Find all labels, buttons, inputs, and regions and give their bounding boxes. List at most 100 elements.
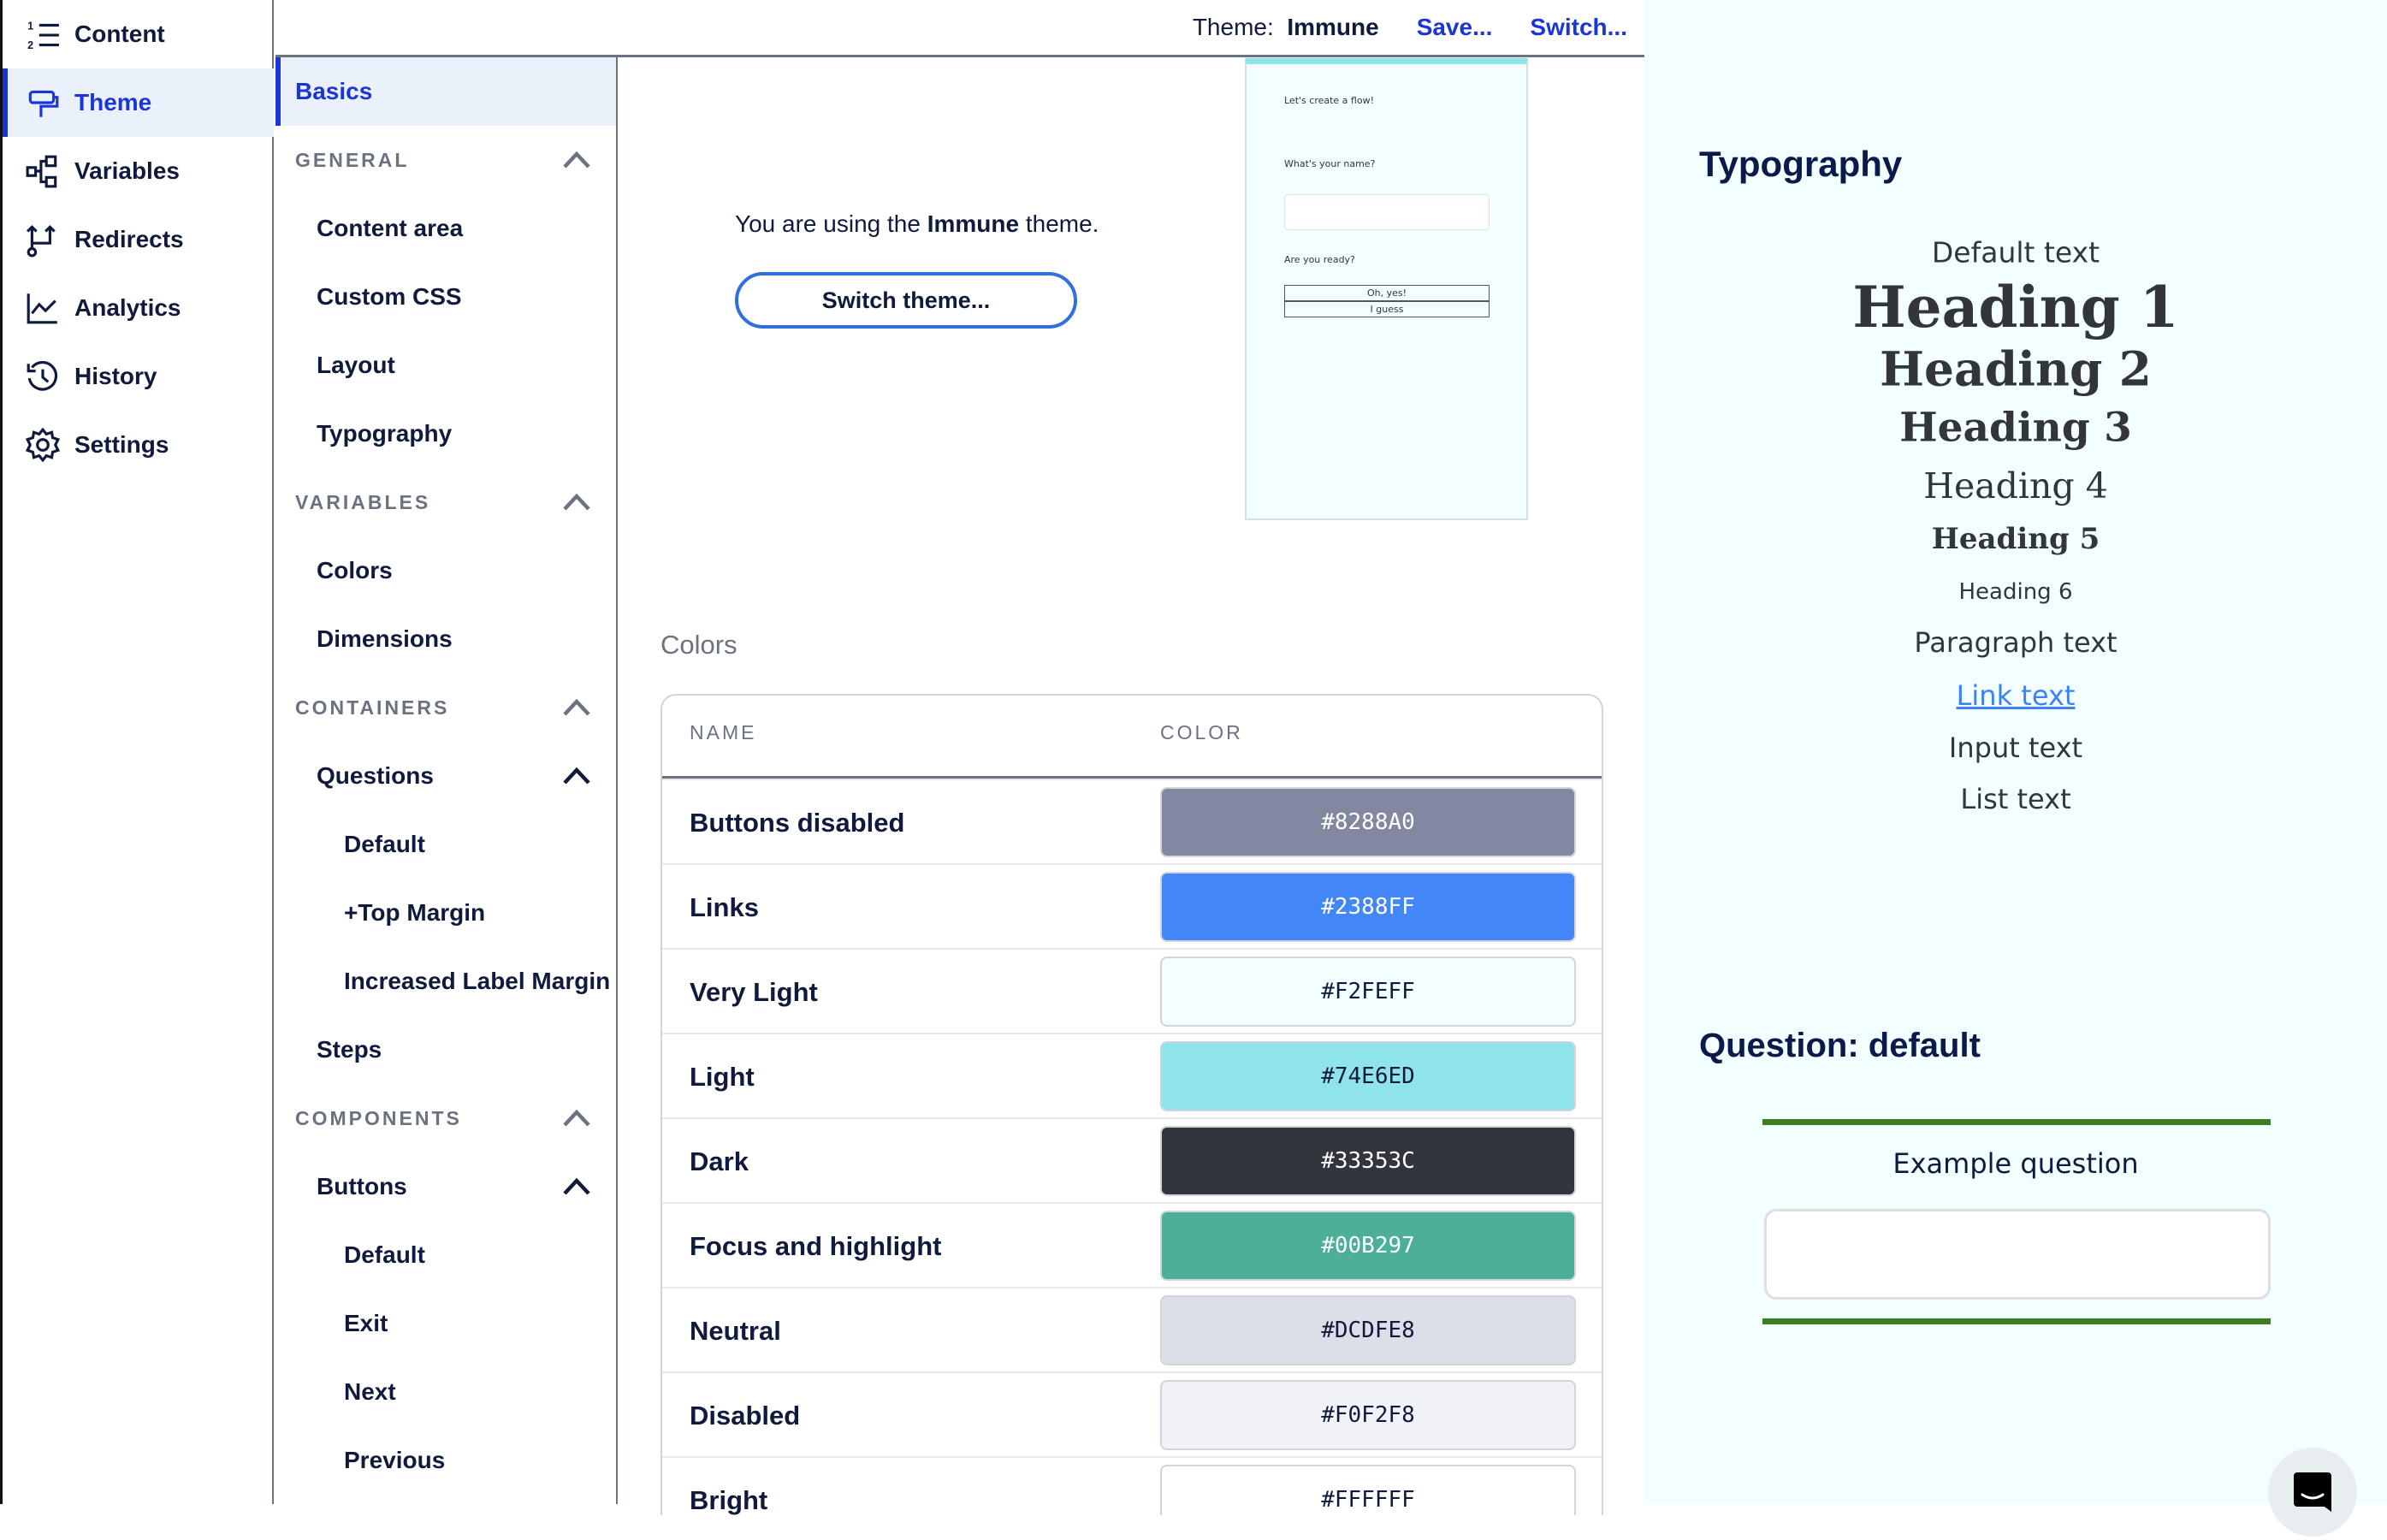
nav-item-settings[interactable]: Settings bbox=[3, 411, 274, 479]
save-link[interactable]: Save... bbox=[1417, 14, 1493, 41]
preview-option-2: I guess bbox=[1284, 301, 1490, 317]
gear-icon bbox=[25, 427, 61, 463]
color-name: Disabled bbox=[690, 1401, 801, 1430]
example-question-input[interactable] bbox=[1764, 1209, 2271, 1300]
subnav-label: Increased Label Margin bbox=[344, 968, 611, 994]
section-header-containers[interactable]: CONTAINERS bbox=[275, 673, 616, 742]
subnav-item-default[interactable]: Default bbox=[275, 810, 616, 879]
color-name: Light bbox=[690, 1062, 755, 1092]
nav-item-label: Redirects bbox=[74, 226, 184, 252]
nav-item-content[interactable]: 1 2 Content bbox=[3, 0, 274, 68]
example-question-label: Example question bbox=[1892, 1147, 2139, 1180]
color-swatch[interactable]: #FFFFFF bbox=[1160, 1465, 1576, 1515]
color-name: Links bbox=[690, 892, 759, 922]
color-row: Neutral #DCDFE8 bbox=[662, 1287, 1602, 1371]
chat-button[interactable] bbox=[2268, 1448, 2357, 1537]
color-name: Dark bbox=[690, 1146, 749, 1176]
color-swatch[interactable]: #DCDFE8 bbox=[1160, 1295, 1576, 1365]
nav-item-label: Theme bbox=[74, 89, 152, 116]
nav-item-history[interactable]: History bbox=[3, 342, 274, 411]
section-header-variables[interactable]: VARIABLES bbox=[275, 468, 616, 536]
subnav-item-colors[interactable]: Colors bbox=[275, 536, 616, 605]
sample-heading-5: Heading 5 bbox=[1931, 522, 2100, 556]
sample-list-text: List text bbox=[1960, 783, 2071, 815]
subnav-label: GENERAL bbox=[295, 148, 410, 171]
subnav-label: Steps bbox=[317, 1036, 382, 1063]
variables-icon bbox=[26, 155, 57, 188]
sample-heading-1: Heading 1 bbox=[1852, 274, 2179, 341]
subnav-item-default[interactable]: Default bbox=[275, 1221, 616, 1289]
subnav-item-exit[interactable]: Exit bbox=[275, 1289, 616, 1358]
question-bottom-border bbox=[1762, 1318, 2271, 1324]
nav-item-variables[interactable]: Variables bbox=[3, 137, 274, 205]
color-row: Focus and highlight #00B297 bbox=[662, 1202, 1602, 1287]
color-hex: #F0F2F8 bbox=[1321, 1402, 1415, 1428]
subnav-item-buttons[interactable]: Buttons bbox=[275, 1152, 616, 1221]
section-header-components[interactable]: COMPONENTS bbox=[275, 1084, 616, 1152]
color-swatch[interactable]: #F0F2F8 bbox=[1160, 1380, 1576, 1450]
subnav-item-questions[interactable]: Questions bbox=[275, 742, 616, 810]
nav-item-redirects[interactable]: Redirects bbox=[3, 205, 274, 274]
subnav-label: Typography bbox=[317, 420, 453, 447]
switch-link[interactable]: Switch... bbox=[1530, 14, 1627, 41]
sample-heading-3: Heading 3 bbox=[1899, 404, 2132, 452]
color-row: Bright #FFFFFF bbox=[662, 1456, 1602, 1515]
subnav-item-custom-css[interactable]: Custom CSS bbox=[275, 263, 616, 331]
info-prefix: You are using the bbox=[735, 210, 927, 237]
subnav-label: Next bbox=[344, 1378, 396, 1405]
paint-roller-icon bbox=[28, 90, 59, 117]
chevron-up-icon[interactable] bbox=[561, 694, 592, 720]
section-header-general[interactable]: GENERAL bbox=[275, 126, 616, 194]
redirect-icon bbox=[27, 225, 56, 258]
subnav-item-typography[interactable]: Typography bbox=[275, 400, 616, 468]
color-row: Dark #33353C bbox=[662, 1117, 1602, 1202]
nav-item-theme[interactable]: Theme bbox=[3, 68, 274, 137]
subnav-item--top-margin[interactable]: +Top Margin bbox=[275, 879, 616, 947]
color-hex: #00B297 bbox=[1321, 1233, 1415, 1259]
color-row: Very Light #F2FEFF bbox=[662, 948, 1602, 1033]
sample-link[interactable]: Link text bbox=[1644, 679, 2387, 712]
color-swatch[interactable]: #2388FF bbox=[1160, 872, 1576, 942]
switch-theme-button[interactable]: Switch theme... bbox=[735, 272, 1077, 329]
subnav-label: Default bbox=[344, 1241, 425, 1268]
color-swatch[interactable]: #33353C bbox=[1160, 1126, 1576, 1196]
subnav-item-layout[interactable]: Layout bbox=[275, 331, 616, 400]
subnav-item-basics[interactable]: Basics bbox=[275, 57, 616, 126]
chevron-up-icon[interactable] bbox=[561, 489, 592, 514]
chat-icon bbox=[2294, 1472, 2331, 1512]
color-name: Focus and highlight bbox=[690, 1231, 942, 1261]
nav-item-label: Analytics bbox=[74, 294, 181, 321]
subnav-item-previous[interactable]: Previous bbox=[275, 1426, 616, 1495]
numbered-list-icon: 12 bbox=[27, 21, 59, 51]
color-hex: #33353C bbox=[1321, 1148, 1415, 1174]
nav-item-analytics[interactable]: Analytics bbox=[3, 274, 274, 342]
color-swatch[interactable]: #00B297 bbox=[1160, 1211, 1576, 1281]
color-swatch[interactable]: #F2FEFF bbox=[1160, 957, 1576, 1027]
color-swatch[interactable]: #74E6ED bbox=[1160, 1041, 1576, 1111]
preview-option-1: Oh, yes! bbox=[1284, 285, 1490, 301]
sample-heading-4: Heading 4 bbox=[1923, 465, 2108, 506]
color-name: Neutral bbox=[690, 1316, 781, 1346]
subnav-item-next[interactable]: Next bbox=[275, 1358, 616, 1426]
main-nav: 1 2 Content Theme Variables Redirects Analytic… bbox=[0, 0, 274, 1504]
top-bar: Theme: Immune Save... Switch... bbox=[275, 0, 1644, 57]
subnav-item-dimensions[interactable]: Dimensions bbox=[275, 605, 616, 673]
theme-preview: Let's create a flow! What's your name? A… bbox=[1245, 58, 1528, 520]
chevron-up-icon[interactable] bbox=[561, 1173, 592, 1199]
chevron-up-icon[interactable] bbox=[561, 1105, 592, 1130]
subnav-item-steps[interactable]: Steps bbox=[275, 1016, 616, 1084]
colors-heading: Colors bbox=[660, 630, 737, 660]
subnav-label: Exit bbox=[344, 1310, 388, 1336]
subnav-label: Colors bbox=[317, 557, 393, 583]
preview-input bbox=[1284, 194, 1490, 230]
subnav-item-increased-label-margin[interactable]: Increased Label Margin bbox=[275, 947, 616, 1016]
color-swatch[interactable]: #8288A0 bbox=[1160, 787, 1576, 857]
subnav-label: Dimensions bbox=[317, 625, 453, 652]
subnav-item-content-area[interactable]: Content area bbox=[275, 194, 616, 263]
subnav-label: Previous bbox=[344, 1447, 446, 1473]
chart-line-icon bbox=[27, 293, 57, 324]
color-row: Disabled #F0F2F8 bbox=[662, 1371, 1602, 1456]
chevron-up-icon[interactable] bbox=[561, 146, 592, 172]
theme-label: Theme: bbox=[1192, 14, 1274, 40]
chevron-up-icon[interactable] bbox=[561, 762, 592, 788]
